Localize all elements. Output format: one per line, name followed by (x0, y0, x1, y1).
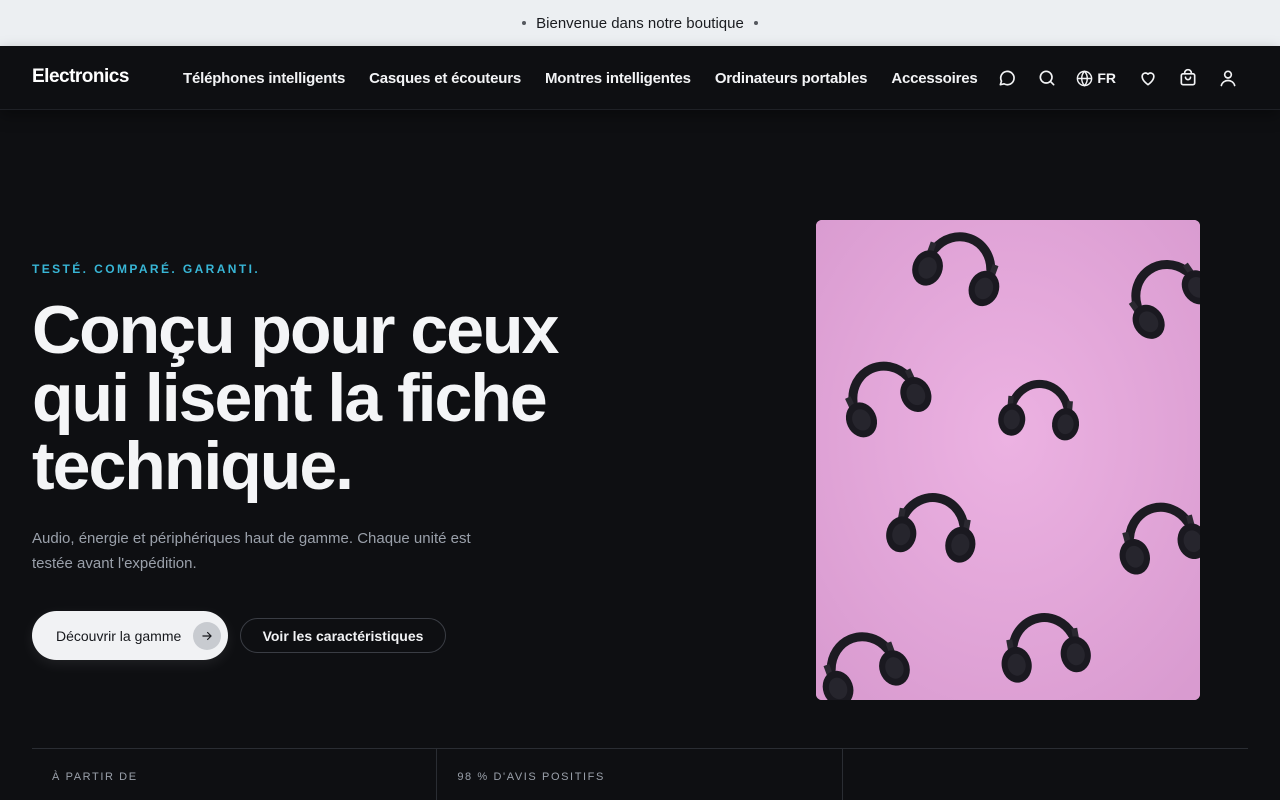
chat-icon[interactable] (995, 66, 1019, 90)
nav-link-headphones[interactable]: Casques et écouteurs (369, 70, 521, 87)
stat-reviews: 98 % D'AVIS POSITIFS (437, 749, 843, 800)
header-actions: FR (979, 46, 1240, 110)
category-menu: Téléphones intelligents Casques et écout… (183, 46, 978, 110)
bullet-icon (522, 21, 527, 25)
discover-range-button[interactable]: Découvrir la gamme (32, 611, 228, 660)
hero-product-image (816, 220, 1200, 700)
hero-eyebrow: TESTÉ. COMPARÉ. GARANTI. (32, 262, 261, 276)
main-navigation: Electronics Téléphones intelligents Casq… (0, 46, 1280, 110)
nav-link-accessories[interactable]: Accessoires (891, 70, 977, 87)
heart-icon[interactable] (1136, 66, 1160, 90)
nav-link-smartwatches[interactable]: Montres intelligentes (545, 70, 691, 87)
stat-starting-price: À PARTIR DE (32, 749, 438, 800)
language-selector[interactable]: FR (1075, 69, 1116, 88)
discover-range-label: Découvrir la gamme (56, 627, 182, 644)
bullet-icon (753, 21, 758, 25)
search-icon[interactable] (1035, 66, 1059, 90)
arrow-right-icon (193, 622, 221, 650)
hero-headline: Conçu pour ceux qui lisent la fiche tech… (32, 292, 559, 504)
user-icon[interactable] (1216, 66, 1240, 90)
stats-strip: À PARTIR DE 98 % D'AVIS POSITIFS (32, 748, 1248, 800)
view-specs-button[interactable]: Voir les caractéristiques (240, 618, 446, 653)
headphones-pattern-image (816, 220, 1200, 700)
shopping-bag-icon[interactable] (1176, 66, 1200, 90)
language-code: FR (1097, 70, 1116, 86)
stat-label: 98 % D'AVIS POSITIFS (457, 771, 605, 783)
nav-link-laptops[interactable]: Ordinateurs portables (715, 70, 868, 87)
globe-icon (1076, 69, 1093, 87)
brand-logo[interactable]: Electronics (32, 66, 129, 88)
nav-link-smartphones[interactable]: Téléphones intelligents (183, 70, 345, 87)
stat-label: À PARTIR DE (52, 771, 138, 783)
announcement-bar: Bienvenue dans notre boutique (0, 0, 1280, 46)
hero-subtitle: Audio, énergie et périphériques haut de … (32, 530, 471, 572)
announcement-text: Bienvenue dans notre boutique (536, 14, 744, 32)
stat-extra (843, 749, 1248, 800)
